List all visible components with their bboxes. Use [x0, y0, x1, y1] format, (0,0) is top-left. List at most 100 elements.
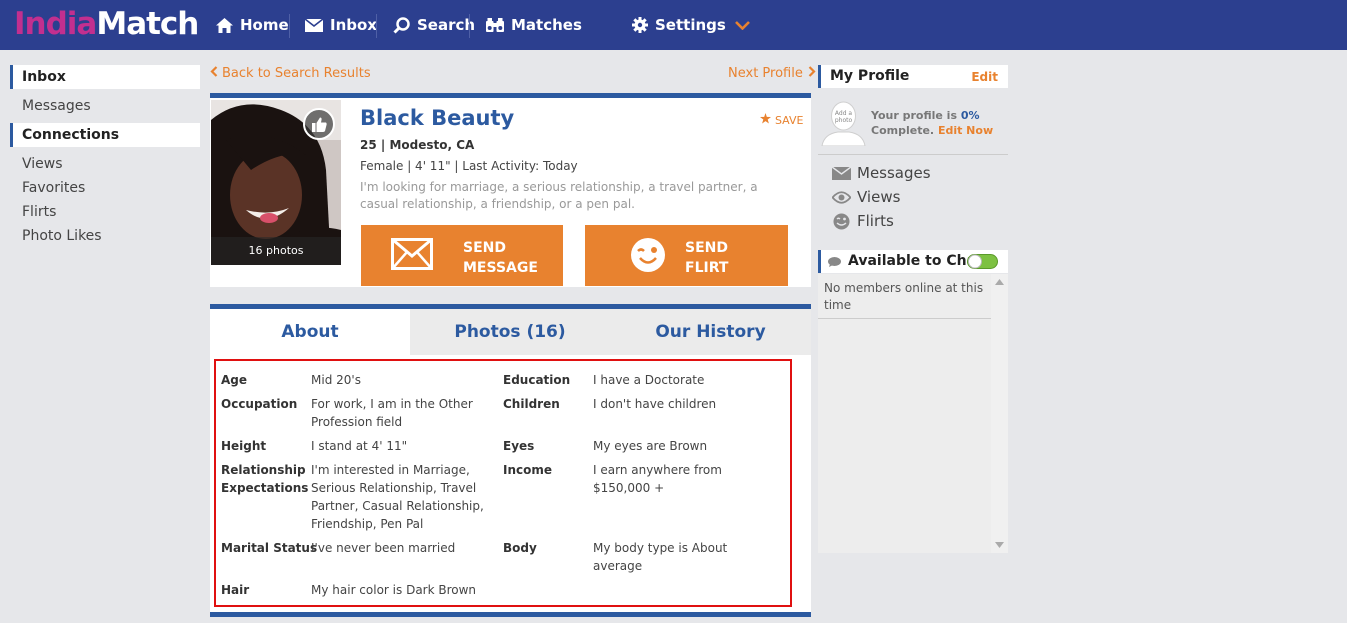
back-link-label: Back to Search Results [222, 66, 371, 81]
nav-home[interactable]: Home [216, 0, 289, 50]
detail-label-age: Age [221, 373, 248, 387]
tab-about[interactable]: About [210, 309, 410, 355]
detail-value-height: I stand at 4' 11" [311, 439, 408, 453]
chat-scrollbar[interactable] [991, 274, 1008, 553]
right-views-label: Views [857, 188, 901, 206]
profile-completion-status: Your profile is 0% Complete. Edit Now [871, 108, 993, 138]
nav-divider [469, 14, 470, 38]
detail-label-hair: Hair [221, 583, 250, 597]
nav-divider [376, 14, 377, 38]
nav-settings-label: Settings [655, 16, 726, 34]
like-photo-button[interactable] [303, 108, 335, 140]
edit-profile-link[interactable]: Edit [971, 70, 998, 84]
divider [818, 154, 1008, 155]
sidebar-item-views[interactable]: Views [22, 156, 63, 172]
save-profile-button[interactable]: SAVE [760, 113, 803, 127]
send-flirt-line2: FLIRT [685, 260, 729, 276]
photo-count[interactable]: 16 photos [211, 237, 341, 265]
envelope-icon [305, 18, 323, 32]
nav-search[interactable]: Search [393, 0, 475, 50]
search-icon [393, 16, 410, 34]
avatar-placeholder-icon: Add a photo [820, 100, 867, 147]
my-profile-header: My Profile Edit [818, 65, 1008, 88]
detail-label-children: Children [503, 397, 560, 411]
detail-label-occupation: Occupation [221, 397, 298, 411]
nav-home-label: Home [240, 16, 289, 34]
detail-label-education: Education [503, 373, 571, 387]
detail-value-relationship: I'm interested in Marriage, Serious Rela… [311, 463, 484, 531]
chat-empty-message: No members online at this time [824, 281, 984, 312]
detail-value-income: I earn anywhere from $150,000 + [593, 463, 722, 495]
detail-value-eyes: My eyes are Brown [593, 439, 708, 453]
chat-online-list: No members online at this time [818, 274, 1008, 553]
scroll-down-arrow-icon[interactable] [995, 542, 1004, 548]
my-profile-title: My Profile [830, 68, 910, 84]
chat-header: Available to Chat [818, 250, 1008, 273]
detail-value-education: I have a Doctorate [593, 373, 705, 387]
right-flirts-link[interactable]: Flirts [832, 212, 894, 230]
wink-face-icon [631, 238, 665, 272]
profile-age-location: 25 | Modesto, CA [360, 138, 475, 152]
chevron-right-icon [808, 66, 816, 77]
detail-label-relationship: Relationship Expectations [221, 463, 309, 495]
profile-photo[interactable]: 16 photos [211, 100, 341, 265]
logo-match: Match [96, 6, 199, 42]
envelope-icon [391, 238, 433, 270]
profile-info: Female | 4' 11" | Last Activity: Today [360, 159, 578, 173]
gear-icon [632, 17, 648, 33]
thumbs-up-icon [311, 117, 327, 132]
chat-title: Available to Chat [848, 253, 983, 269]
right-messages-label: Messages [857, 164, 931, 182]
sidebar-header-connections[interactable]: Connections [10, 123, 200, 147]
detail-label-income: Income [503, 463, 553, 477]
logo[interactable]: IndiaMatch [14, 6, 199, 42]
save-label: SAVE [775, 114, 804, 127]
edit-now-link[interactable]: Edit Now [938, 124, 993, 137]
completion-suffix: Complete. [871, 124, 938, 137]
chevron-left-icon [210, 66, 218, 77]
sidebar-item-favorites[interactable]: Favorites [22, 180, 85, 196]
chat-availability-toggle[interactable] [967, 254, 998, 269]
sidebar-item-photo-likes[interactable]: Photo Likes [22, 228, 102, 244]
send-message-button[interactable]: SEND MESSAGE [361, 225, 563, 286]
nav-settings[interactable]: Settings [632, 0, 757, 50]
tab-our-history[interactable]: Our History [610, 309, 811, 355]
completion-percent: 0% [960, 109, 980, 122]
back-to-search-link[interactable]: Back to Search Results [210, 66, 371, 81]
right-views-link[interactable]: Views [832, 188, 900, 206]
detail-value-occupation: For work, I am in the Other Profession f… [311, 397, 473, 429]
chat-bubble-icon [828, 257, 841, 267]
next-profile-link[interactable]: Next Profile [728, 66, 816, 81]
detail-label-body: Body [503, 541, 537, 555]
scroll-up-arrow-icon[interactable] [995, 279, 1004, 285]
avatar-text-2: photo [835, 117, 853, 124]
nav-matches[interactable]: Matches [486, 0, 582, 50]
right-messages-link[interactable]: Messages [832, 164, 931, 182]
send-flirt-button[interactable]: SEND FLIRT [585, 225, 788, 286]
detail-label-marital-status: Marital Status [221, 541, 318, 555]
profile-name: Black Beauty [360, 106, 515, 130]
detail-value-body: My body type is About average [593, 541, 728, 573]
about-details: Age Mid 20's Education I have a Doctorat… [214, 359, 792, 607]
sidebar-header-inbox[interactable]: Inbox [10, 65, 200, 89]
sidebar-item-flirts[interactable]: Flirts [22, 204, 56, 220]
nav-divider [289, 14, 290, 38]
profile-bio: I'm looking for marriage, a serious rela… [360, 180, 758, 211]
profile-card: 16 photos Black Beauty SAVE 25 | Modesto… [210, 93, 811, 287]
divider [818, 318, 991, 319]
top-navigation-bar: IndiaMatch Home Inbox Search Matches Set… [0, 0, 1347, 50]
tab-photos[interactable]: Photos (16) [410, 309, 610, 355]
avatar[interactable]: Add a photo [820, 100, 867, 147]
detail-value-hair: My hair color is Dark Brown [311, 583, 477, 597]
nav-matches-label: Matches [511, 16, 582, 34]
nav-search-label: Search [417, 16, 476, 34]
sidebar-item-messages[interactable]: Messages [22, 98, 91, 114]
nav-inbox-label: Inbox [330, 16, 377, 34]
nav-inbox[interactable]: Inbox [305, 0, 377, 50]
completion-prefix: Your profile is [871, 109, 961, 122]
binoculars-icon [486, 18, 504, 32]
star-icon [760, 113, 771, 124]
detail-value-children: I don't have children [593, 397, 717, 411]
chevron-down-icon [734, 20, 750, 30]
logo-india: India [14, 6, 97, 42]
